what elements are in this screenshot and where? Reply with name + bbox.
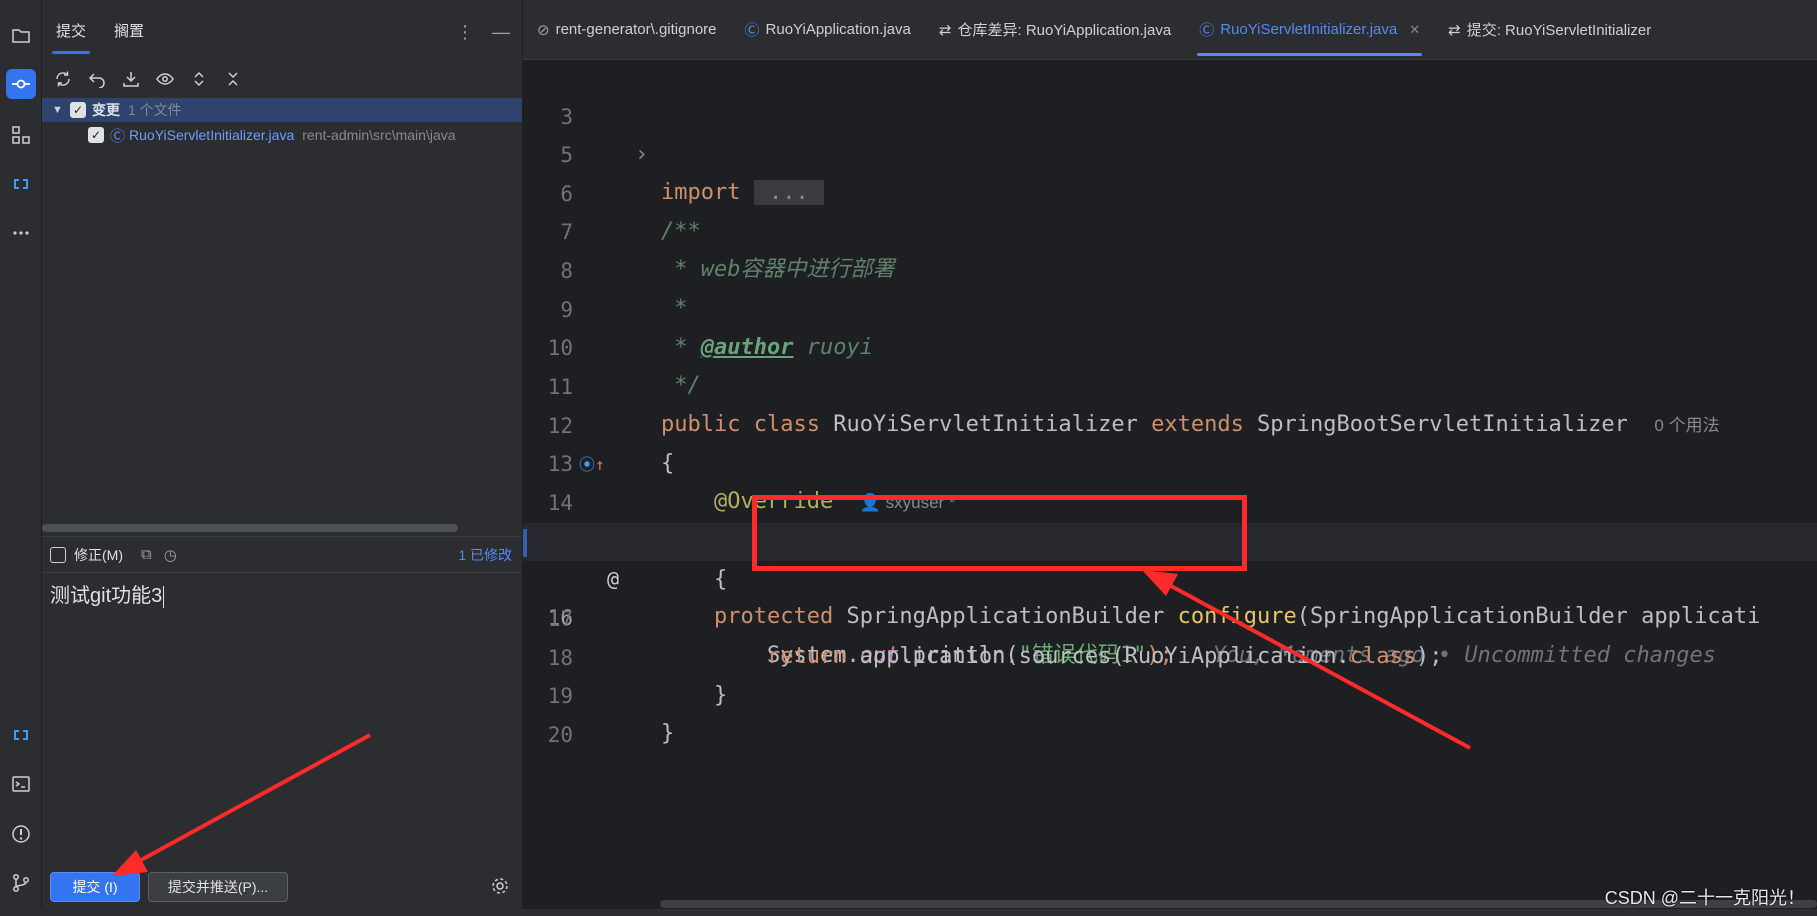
changed-file-row[interactable]: ✓ Ⓒ RuoYiServletInitializer.java rent-ad… — [42, 123, 522, 147]
change-marker[interactable] — [523, 529, 527, 557]
update-icon[interactable] — [118, 66, 144, 92]
editor-tab-commit-diff[interactable]: ⇄ 提交: RuoYiServletInitializer — [1434, 0, 1665, 59]
code-line: 14 ⦿↑ @ protected SpringApplicationBuild… — [547, 455, 1761, 630]
structure-icon[interactable] — [6, 120, 36, 150]
changes-checkbox[interactable]: ✓ — [70, 102, 86, 118]
collapse-all-icon[interactable] — [220, 66, 246, 92]
code-line: 6 /** — [560, 182, 701, 244]
eye-icon[interactable] — [152, 66, 178, 92]
modified-count-link[interactable]: 1 已修改 — [458, 545, 512, 565]
chevron-down-icon[interactable]: ▼ — [52, 104, 64, 116]
commit-and-push-button[interactable]: 提交并推送(P)... — [148, 872, 288, 902]
code-line: 10 */ — [547, 336, 701, 398]
tab-shelf[interactable]: 搁置 — [100, 0, 158, 60]
gear-icon[interactable] — [490, 876, 510, 896]
commit-button[interactable]: 提交 (I) — [50, 872, 140, 902]
clock-icon[interactable]: ◷ — [164, 546, 177, 564]
code-area[interactable]: 3 › import ... 5 6 /** 7 * web容器中进行部署 8 … — [523, 60, 1817, 896]
override-gutter-icon[interactable]: ⦿↑ — [579, 456, 605, 474]
editor-tab-servlet-initializer[interactable]: Ⓒ RuoYiServletInitializer.java ✕ — [1185, 0, 1434, 59]
terminal-icon[interactable] — [6, 769, 36, 799]
commit-icon[interactable] — [6, 69, 36, 99]
class-icon: Ⓒ — [110, 127, 126, 145]
git-icon[interactable] — [6, 868, 36, 898]
minimize-icon[interactable]: — — [492, 22, 510, 43]
editor-tabs: ⊘ rent-generator\.gitignore Ⓒ RuoYiAppli… — [523, 0, 1817, 60]
highlight-box — [752, 495, 1247, 571]
code-line: 11 public class RuoYiServletInitializer … — [547, 375, 1720, 437]
expand-all-icon[interactable] — [186, 66, 212, 92]
editor-tab-repo-diff[interactable]: ⇄ 仓库差异: RuoYiApplication.java — [925, 0, 1185, 59]
amend-label[interactable]: 修正(M) — [74, 545, 123, 565]
code-line: 13 @Override 👤 sxyuser * — [547, 452, 956, 514]
text-caret — [163, 585, 165, 608]
commit-message-text: 测试git功能3 — [50, 585, 163, 607]
link-icon[interactable] — [6, 169, 36, 199]
code-line: 20 — [547, 723, 573, 747]
project-icon[interactable] — [6, 20, 36, 50]
refresh-icon[interactable] — [50, 66, 76, 92]
horizontal-scrollbar[interactable] — [42, 524, 458, 532]
editor-tab-gitignore[interactable]: ⊘ rent-generator\.gitignore — [523, 0, 731, 59]
changes-group-row[interactable]: ▼ ✓ 变更 1 个文件 — [42, 98, 522, 122]
code-line: 3 › import ... — [560, 105, 824, 205]
editor-tab-ruoyi-application[interactable]: Ⓒ RuoYiApplication.java — [731, 0, 925, 59]
tool-window-strip — [0, 0, 42, 916]
options-icon[interactable]: ⋮ — [456, 22, 474, 43]
status-strip — [0, 909, 1817, 916]
commit-panel-tabs: 提交 搁置 ⋮ — — [42, 0, 522, 60]
file-name: RuoYiServletInitializer.java — [129, 127, 295, 143]
link-icon-bottom[interactable] — [6, 720, 36, 750]
changes-count: 1 个文件 — [128, 102, 182, 118]
commit-panel: 提交 搁置 ⋮ — ▼ ✓ 变更 1 个文件 ✓ Ⓒ RuoYiServletI… — [42, 0, 522, 916]
watermark: CSDN @二十一克阳光！ — [1604, 888, 1805, 908]
class-icon: Ⓒ — [1199, 22, 1215, 39]
amend-bar: 修正(M) ⧉ ◷ 1 已修改 — [42, 536, 522, 572]
code-line: 9 * @author ruoyi — [560, 298, 873, 360]
code-line: 18 } — [547, 646, 728, 708]
rollback-icon[interactable] — [84, 66, 110, 92]
file-path: rent-admin\src\main\java — [302, 127, 456, 143]
changes-label: 变更 — [92, 102, 120, 118]
code-line: 12 { — [547, 414, 675, 476]
commit-message-input[interactable]: 测试git功能3 — [42, 572, 522, 862]
copy-icon[interactable]: ⧉ — [141, 546, 152, 563]
close-icon[interactable]: ✕ — [1409, 22, 1420, 38]
problems-icon[interactable] — [6, 819, 36, 849]
file-checkbox[interactable]: ✓ — [88, 127, 104, 143]
code-line: 19 } — [547, 684, 675, 746]
tab-commit[interactable]: 提交 — [42, 0, 100, 60]
more-icon[interactable] — [6, 218, 36, 248]
code-line: 5 — [560, 143, 573, 167]
diff-icon: ⇄ — [938, 21, 952, 39]
amend-checkbox[interactable] — [50, 546, 66, 563]
code-line: 7 * web容器中进行部署 — [560, 220, 895, 282]
class-icon: Ⓒ — [744, 22, 760, 39]
ignore-icon: ⊘ — [537, 21, 550, 39]
code-line: 8 * — [560, 259, 688, 321]
commit-toolbar — [50, 66, 246, 94]
diff-icon: ⇄ — [1448, 21, 1461, 39]
code-editor: ⊘ rent-generator\.gitignore Ⓒ RuoYiAppli… — [523, 0, 1817, 916]
